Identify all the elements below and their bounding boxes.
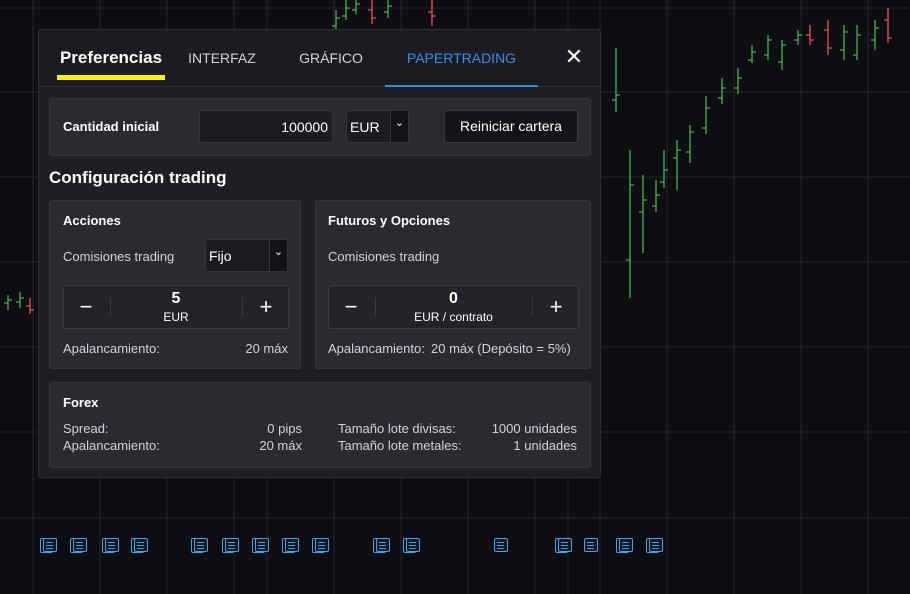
increment-icon[interactable]: +	[244, 286, 288, 328]
preferences-dialog: Preferencias INTERFAZ GRÁFICO PAPERTRADI…	[38, 29, 601, 478]
futures-leverage-label: Apalancamiento:	[328, 341, 425, 356]
forex-lot-metal-value: 1 unidades	[513, 438, 577, 453]
news-icon[interactable]	[555, 538, 572, 553]
stocks-commission-unit: EUR	[163, 310, 189, 324]
forex-lot-fx-value: 1000 unidades	[491, 421, 577, 436]
stocks-leverage-value: 20 máx	[245, 341, 288, 356]
futures-commission-value: 0	[449, 290, 458, 307]
news-icon[interactable]	[616, 538, 633, 553]
currency-select[interactable]: EUR ⌄	[346, 110, 409, 143]
stocks-card: Acciones Comisiones trading Fijo ⌄ − 5 E…	[49, 200, 301, 369]
stepper-divider	[242, 298, 243, 316]
stepper-divider	[532, 298, 533, 316]
tab-papertrading[interactable]: PAPERTRADING	[385, 30, 538, 87]
stocks-title: Acciones	[63, 213, 121, 228]
futures-commission-label: Comisiones trading	[328, 249, 440, 264]
news-icon[interactable]	[373, 538, 390, 553]
news-icon[interactable]	[102, 538, 119, 553]
news-icon[interactable]	[312, 538, 329, 553]
news-icon[interactable]	[584, 538, 598, 552]
title-highlight	[57, 75, 165, 80]
initial-amount-input[interactable]: 100000	[199, 110, 333, 143]
initial-amount-label: Cantidad inicial	[63, 119, 160, 134]
increment-icon[interactable]: +	[534, 286, 578, 328]
news-icon[interactable]	[40, 538, 57, 553]
futures-leverage-value: 20 máx (Depósito = 5%)	[431, 341, 571, 356]
forex-leverage-label: Apalancamiento:	[63, 438, 160, 453]
news-icon[interactable]	[282, 538, 299, 553]
forex-spread-label: Spread:	[63, 421, 109, 436]
close-icon[interactable]: ✕	[563, 46, 585, 68]
news-icon[interactable]	[403, 538, 420, 553]
futures-commission-stepper[interactable]: − 0 EUR / contrato +	[328, 285, 579, 329]
chevron-down-icon: ⌄	[390, 111, 408, 142]
news-icon[interactable]	[646, 538, 663, 553]
stocks-commission-stepper[interactable]: − 5 EUR +	[63, 285, 289, 329]
commission-type-value: Fijo	[209, 248, 232, 264]
futures-commission-unit: EUR / contrato	[414, 310, 493, 324]
tab-papertrading-label: PAPERTRADING	[406, 50, 517, 66]
news-icon[interactable]	[191, 538, 208, 553]
initial-amount-card: Cantidad inicial 100000 EUR ⌄ Reiniciar …	[49, 98, 591, 156]
tab-grafico[interactable]: GRÁFICO	[291, 30, 371, 87]
dialog-tab-bar: Preferencias INTERFAZ GRÁFICO PAPERTRADI…	[39, 30, 600, 87]
forex-leverage-value: 20 máx	[259, 438, 302, 453]
reset-portfolio-button[interactable]: Reiniciar cartera	[444, 110, 578, 143]
decrement-icon[interactable]: −	[329, 286, 373, 328]
decrement-icon[interactable]: −	[64, 286, 108, 328]
futures-card: Futuros y Opciones Comisiones trading − …	[315, 200, 591, 369]
forex-title: Forex	[63, 395, 99, 410]
tab-interfaz[interactable]: INTERFAZ	[181, 30, 263, 87]
commission-type-select[interactable]: Fijo ⌄	[205, 239, 288, 272]
active-tab-indicator	[385, 85, 538, 87]
forex-lot-fx-label: Tamaño lote divisas:	[338, 421, 456, 436]
trading-config-title: Configuración trading	[49, 168, 227, 187]
stocks-commission-label: Comisiones trading	[63, 249, 175, 264]
dialog-title-text: Preferencias	[59, 48, 163, 67]
futures-title: Futuros y Opciones	[328, 213, 451, 228]
forex-card: Forex Spread: 0 pips Apalancamiento: 20 …	[49, 382, 591, 468]
news-icon[interactable]	[131, 538, 148, 553]
initial-amount-value: 100000	[281, 119, 328, 135]
chevron-down-icon: ⌄	[269, 240, 287, 271]
currency-value: EUR	[350, 119, 380, 135]
tab-grafico-label: GRÁFICO	[299, 50, 363, 66]
news-icon[interactable]	[494, 538, 508, 552]
forex-spread-value: 0 pips	[267, 421, 302, 436]
news-events-row	[0, 538, 910, 558]
tab-interfaz-label: INTERFAZ	[188, 50, 256, 66]
stocks-commission-value: 5	[171, 290, 181, 307]
news-icon[interactable]	[70, 538, 87, 553]
news-icon[interactable]	[252, 538, 269, 553]
stocks-leverage-label: Apalancamiento:	[63, 341, 160, 356]
dialog-title: Preferencias	[57, 30, 165, 87]
news-icon[interactable]	[222, 538, 239, 553]
forex-lot-metal-label: Tamaño lote metales:	[338, 438, 462, 453]
